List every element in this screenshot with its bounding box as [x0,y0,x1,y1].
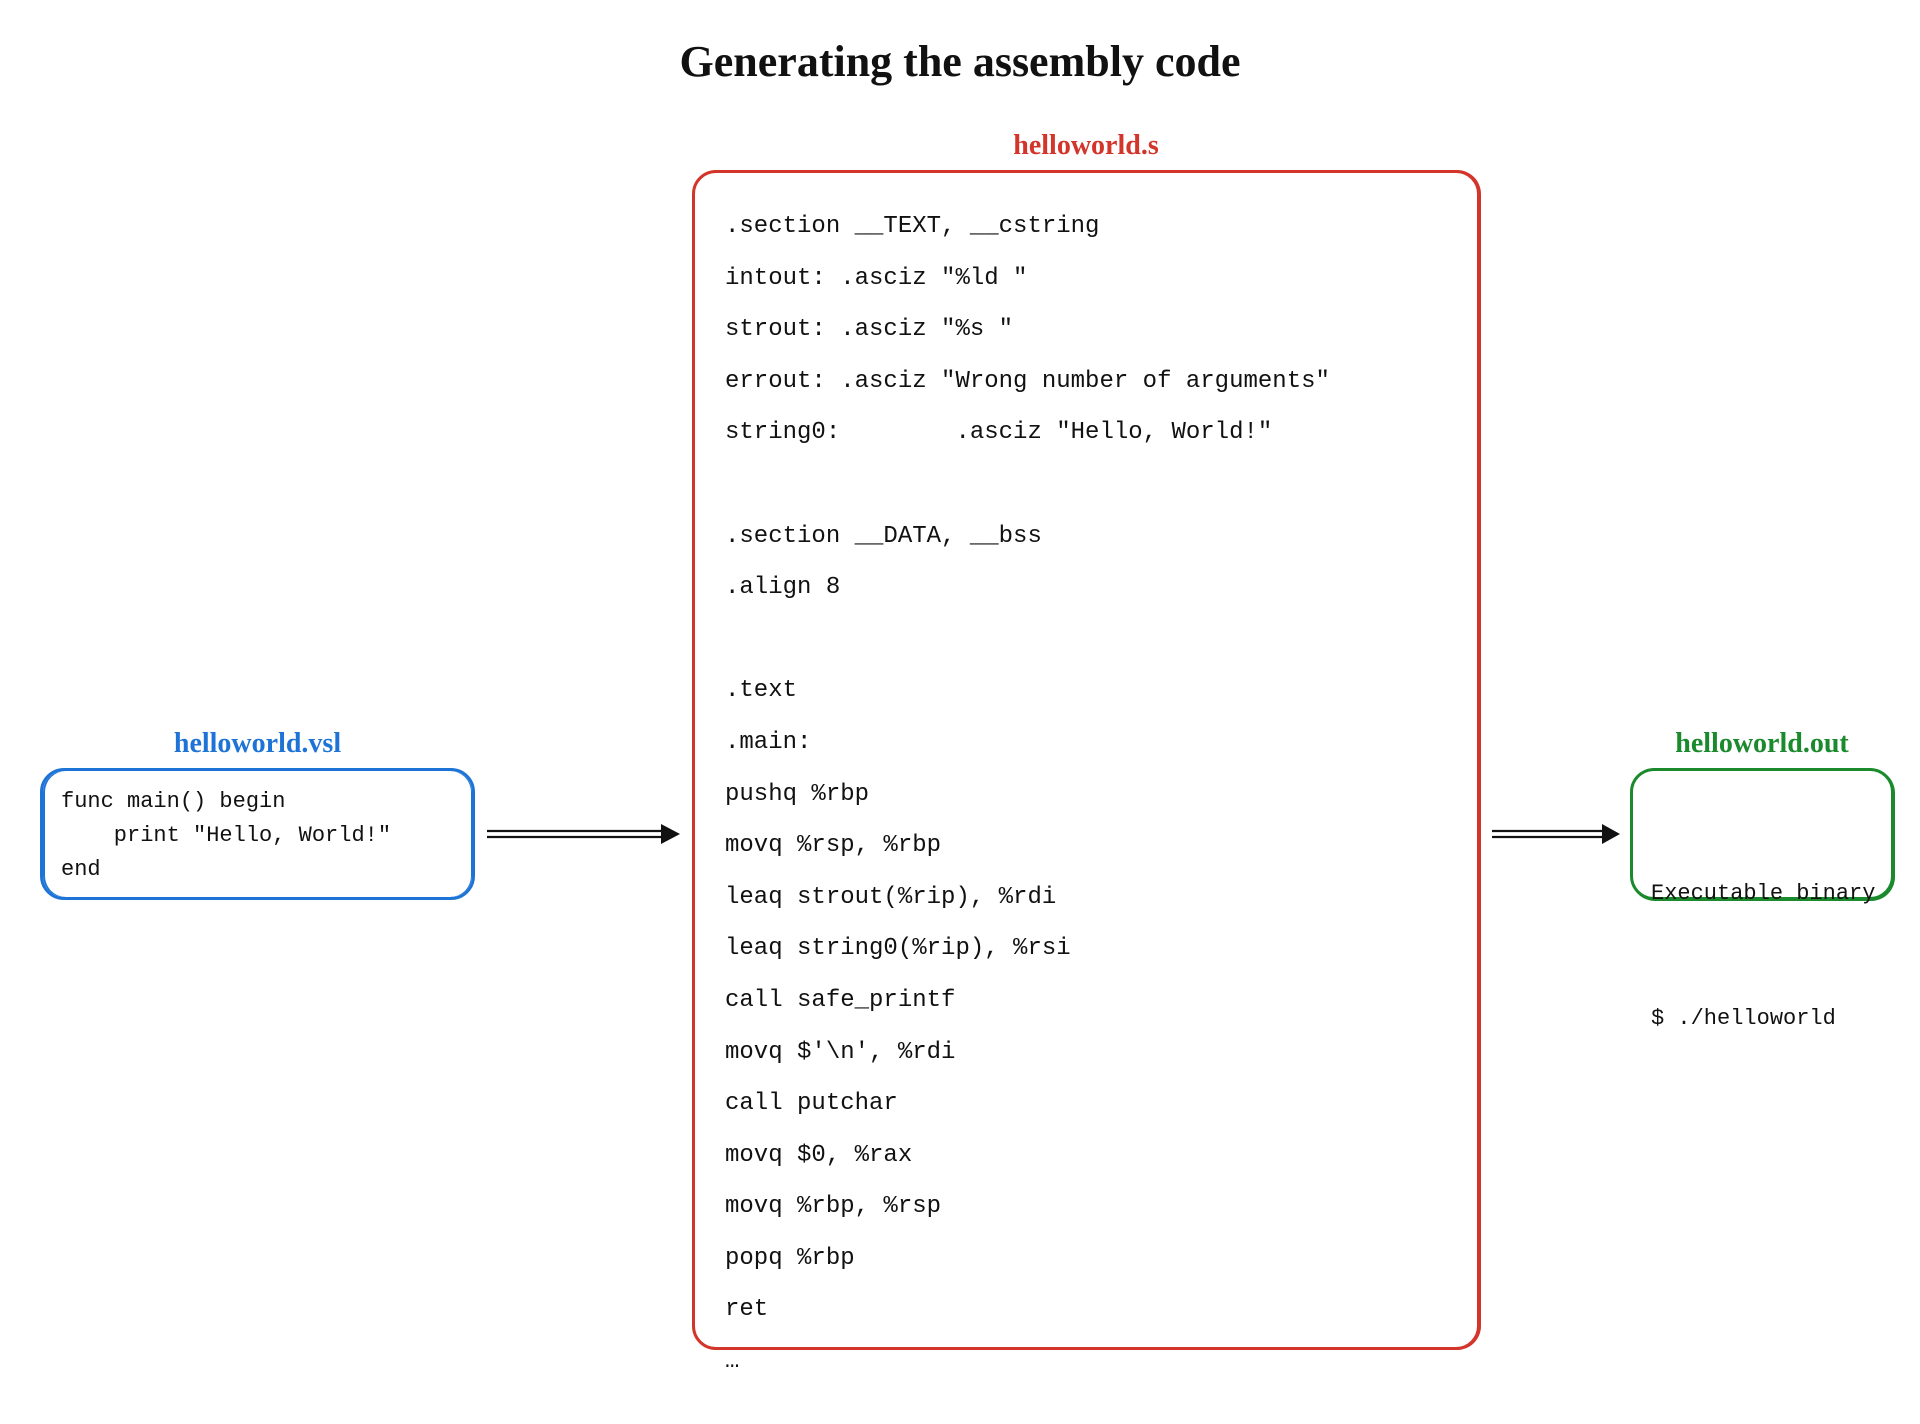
arrow-source-to-assembly [485,822,680,846]
output-box: Executable binary $ ./helloworld [1630,768,1894,900]
assembly-code-box: .section __TEXT, __cstring intout: .asci… [692,170,1480,1350]
output-command: $ ./helloworld [1651,998,1873,1040]
assembly-box-label: helloworld.s [692,130,1480,162]
diagram-title: Generating the assembly code [0,36,1920,87]
output-description: Executable binary [1651,873,1873,915]
source-code-box: func main() begin print "Hello, World!" … [40,768,475,900]
output-box-label: helloworld.out [1630,728,1894,760]
arrow-assembly-to-output [1490,822,1620,846]
source-box-label: helloworld.vsl [40,728,475,760]
